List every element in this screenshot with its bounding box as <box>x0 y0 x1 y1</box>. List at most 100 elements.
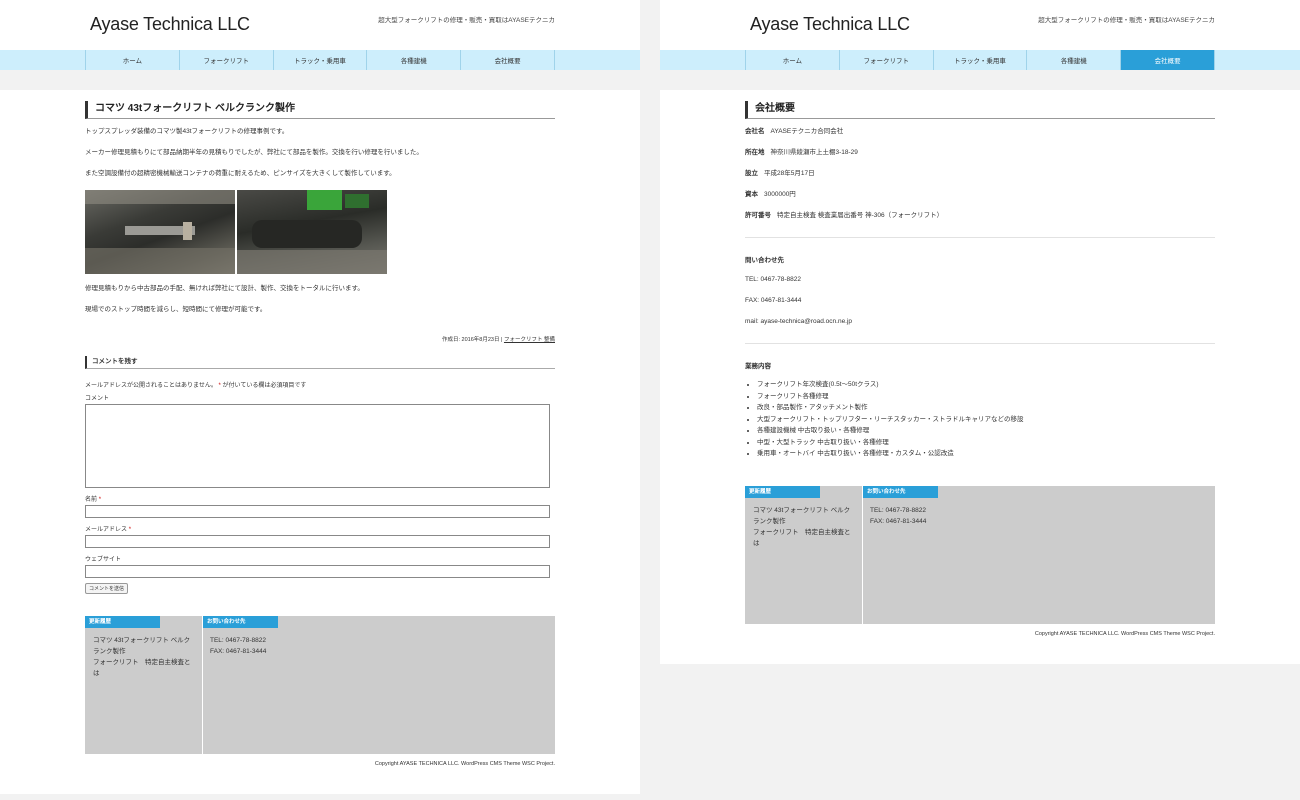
submit-comment-button[interactable]: コメントを送信 <box>85 583 129 594</box>
info-value: 神奈川県綾瀬市上土棚3-18-29 <box>770 149 858 156</box>
info-value: AYASEテクニカ合同会社 <box>770 128 844 135</box>
company-info-row: 会社名 AYASEテクニカ合同会社 <box>745 127 1215 137</box>
update-link[interactable]: コマツ 43tフォークリフト ベルク <box>93 635 191 646</box>
company-mail[interactable]: mail: ayase-technica@road.ocn.ne.jp <box>745 317 1215 327</box>
comment-textarea[interactable] <box>85 404 550 488</box>
service-item: 各種建設機械 中古取り扱い・各種修理 <box>757 425 1215 437</box>
nav-company[interactable]: 会社概要 <box>461 50 555 70</box>
service-item: フォークリフト年次検査(0.5t〜50tクラス) <box>757 379 1215 391</box>
notice-text: が付いている欄は必須項目です <box>222 383 307 389</box>
website-input[interactable] <box>85 565 550 578</box>
company-info-row: 設立 平成28年5月17日 <box>745 169 1215 179</box>
info-label: 資本 <box>745 191 758 198</box>
site-tagline: 超大型フォークリフトの修理・販売・買取はAYASEテクニカ <box>378 17 555 24</box>
name-label: 名前 * <box>85 494 555 503</box>
name-label-text: 名前 <box>85 497 98 503</box>
info-value: 平成28年5月17日 <box>764 170 815 177</box>
post-paragraph: メーカー修理見積もりにて部品納期半年の見積もりでしたが、弊社にて部品を製作。交換… <box>85 149 423 156</box>
email-label: メールアドレス * <box>85 524 555 533</box>
contact-tab: お問い合わせ先 <box>863 486 938 498</box>
post-paragraph: また空調設備付の超精密機械輸送コンテナの荷重に耐えるため、ピンサイズを大きくして… <box>85 170 396 177</box>
service-item: フォークリフト各種修理 <box>757 391 1215 403</box>
update-link[interactable]: は <box>753 538 851 549</box>
notice-text: メールアドレスが公開されることはありません。 <box>85 383 217 389</box>
post-paragraph: 修理見積もりから中古部品の手配、無ければ弊社にて設計、製作、交換をトータルに行い… <box>85 285 364 292</box>
site-title[interactable]: Ayase Technica LLC <box>90 14 250 35</box>
update-link[interactable]: は <box>93 668 191 679</box>
company-content: 会社概要 会社名 AYASEテクニカ合同会社 所在地 神奈川県綾瀬市上土棚3-18-… <box>745 90 1215 460</box>
update-link[interactable]: フォークリフト 特定自主検査と <box>753 527 851 538</box>
nav-truck[interactable]: トラック・乗用車 <box>274 50 368 70</box>
bellcrank-photo-1[interactable] <box>85 190 235 274</box>
info-label: 会社名 <box>745 128 765 135</box>
global-nav: ホーム フォークリフト トラック・乗用車 各種建機 会社概要 <box>660 50 1300 70</box>
services-heading: 業務内容 <box>745 363 771 370</box>
required-star: * <box>218 383 221 389</box>
update-link[interactable]: ランク製作 <box>753 516 851 527</box>
info-label: 設立 <box>745 170 758 177</box>
site-header: Ayase Technica LLC 超大型フォークリフトの修理・販売・買取はA… <box>660 0 1300 50</box>
copyright: Copyright AYASE TECHNICA LLC. WordPress … <box>374 761 555 767</box>
info-label: 許可番号 <box>745 212 771 219</box>
site-header: Ayase Technica LLC 超大型フォークリフトの修理・販売・買取はA… <box>0 0 640 50</box>
post-title: コマツ 43tフォークリフト ベルクランク製作 <box>85 101 555 119</box>
company-info-row: 許可番号 特定自主検査 検査業届出番号 神-306（フォークリフト） <box>745 211 1215 221</box>
service-item: 大型フォークリフト・トップリフター・リーチスタッカー・ストラドルキャリアなどの移… <box>757 414 1215 426</box>
nav-construction[interactable]: 各種建機 <box>367 50 462 70</box>
contact-widget: お問い合わせ先 TEL: 0467-78-8822 FAX: 0467-81-3… <box>203 616 555 754</box>
company-fax: FAX: 0467-81-3444 <box>745 297 802 304</box>
update-link[interactable]: フォークリフト 特定自主検査と <box>93 657 191 668</box>
post-date: 作成日: 2016年8月23日 | <box>442 337 503 343</box>
contact-heading: 問い合わせ先 <box>745 257 784 264</box>
contact-widget: お問い合わせ先 TEL: 0467-78-8822 FAX: 0467-81-3… <box>863 486 1215 624</box>
post-category-link[interactable]: フォークリフト 整備 <box>504 337 555 343</box>
company-page-panel: Ayase Technica LLC 超大型フォークリフトの修理・販売・買取はA… <box>660 0 1300 664</box>
updates-list: コマツ 43tフォークリフト ベルク ランク製作 フォークリフト 特定自主検査と… <box>93 635 191 679</box>
service-item: 乗用車・オートバイ 中古取り扱い・各種修理・カスタム・公認改造 <box>757 448 1215 460</box>
comment-heading: コメントを残す <box>85 356 555 369</box>
service-item: 中型・大型トラック 中古取り扱い・各種修理 <box>757 437 1215 449</box>
update-link[interactable]: コマツ 43tフォークリフト ベルク <box>753 505 851 516</box>
email-input[interactable] <box>85 535 550 548</box>
nav-truck[interactable]: トラック・乗用車 <box>934 50 1028 70</box>
footer-widgets: 更新履歴 コマツ 43tフォークリフト ベルク ランク製作 フォークリフト 特定… <box>85 616 555 754</box>
contact-fax: FAX: 0467-81-3444 <box>870 518 927 525</box>
comment-label: コメント <box>85 396 110 402</box>
post-paragraph: トップスプレッダ装備のコマツ製43tフォークリフトの修理事例です。 <box>85 128 289 135</box>
post-paragraph: 現場でのストップ時間を減らし、短時間にて修理が可能です。 <box>85 306 267 313</box>
nav-home[interactable]: ホーム <box>746 50 840 70</box>
company-title: 会社概要 <box>745 101 1215 119</box>
required-star: * <box>128 527 132 533</box>
contact-info: TEL: 0467-78-8822 FAX: 0467-81-3444 <box>870 505 926 527</box>
copyright: Copyright AYASE TECHNICA LLC. WordPress … <box>1034 631 1215 637</box>
nav-forklift[interactable]: フォークリフト <box>840 50 934 70</box>
info-value: 特定自主検査 検査業届出番号 神-306（フォークリフト） <box>777 212 944 219</box>
info-label: 所在地 <box>745 149 765 156</box>
post-photos <box>85 190 555 274</box>
services-list: フォークリフト年次検査(0.5t〜50tクラス) フォークリフト各種修理 改良・… <box>745 379 1215 460</box>
global-nav: ホーム フォークリフト トラック・乗用車 各種建機 会社概要 <box>0 50 640 70</box>
nav-company-active[interactable]: 会社概要 <box>1121 50 1215 70</box>
updates-tab: 更新履歴 <box>745 486 820 498</box>
nav-forklift[interactable]: フォークリフト <box>180 50 274 70</box>
info-value: 3000000円 <box>764 191 796 198</box>
updates-widget: 更新履歴 コマツ 43tフォークリフト ベルク ランク製作 フォークリフト 特定… <box>85 616 202 754</box>
divider <box>745 343 1215 344</box>
updates-tab: 更新履歴 <box>85 616 160 628</box>
post-meta: 作成日: 2016年8月23日 | フォークリフト 整備 <box>85 335 555 343</box>
contact-tel: TEL: 0467-78-8822 <box>870 507 927 514</box>
contact-fax: FAX: 0467-81-3444 <box>210 648 267 655</box>
email-label-text: メールアドレス <box>85 527 128 533</box>
company-info-row: 所在地 神奈川県綾瀬市上土棚3-18-29 <box>745 148 1215 158</box>
service-item: 改良・部品製作・アタッチメント製作 <box>757 402 1215 414</box>
post-page-panel: Ayase Technica LLC 超大型フォークリフトの修理・販売・買取はA… <box>0 0 640 794</box>
contact-tel: TEL: 0467-78-8822 <box>210 637 267 644</box>
website-label: ウェブサイト <box>85 557 122 563</box>
bellcrank-photo-2[interactable] <box>237 190 387 274</box>
comment-notice: メールアドレスが公開されることはありません。 * が付いている欄は必須項目です <box>85 380 555 389</box>
nav-construction[interactable]: 各種建機 <box>1027 50 1122 70</box>
update-link[interactable]: ランク製作 <box>93 646 191 657</box>
site-title[interactable]: Ayase Technica LLC <box>750 14 910 35</box>
name-input[interactable] <box>85 505 550 518</box>
nav-home[interactable]: ホーム <box>86 50 180 70</box>
